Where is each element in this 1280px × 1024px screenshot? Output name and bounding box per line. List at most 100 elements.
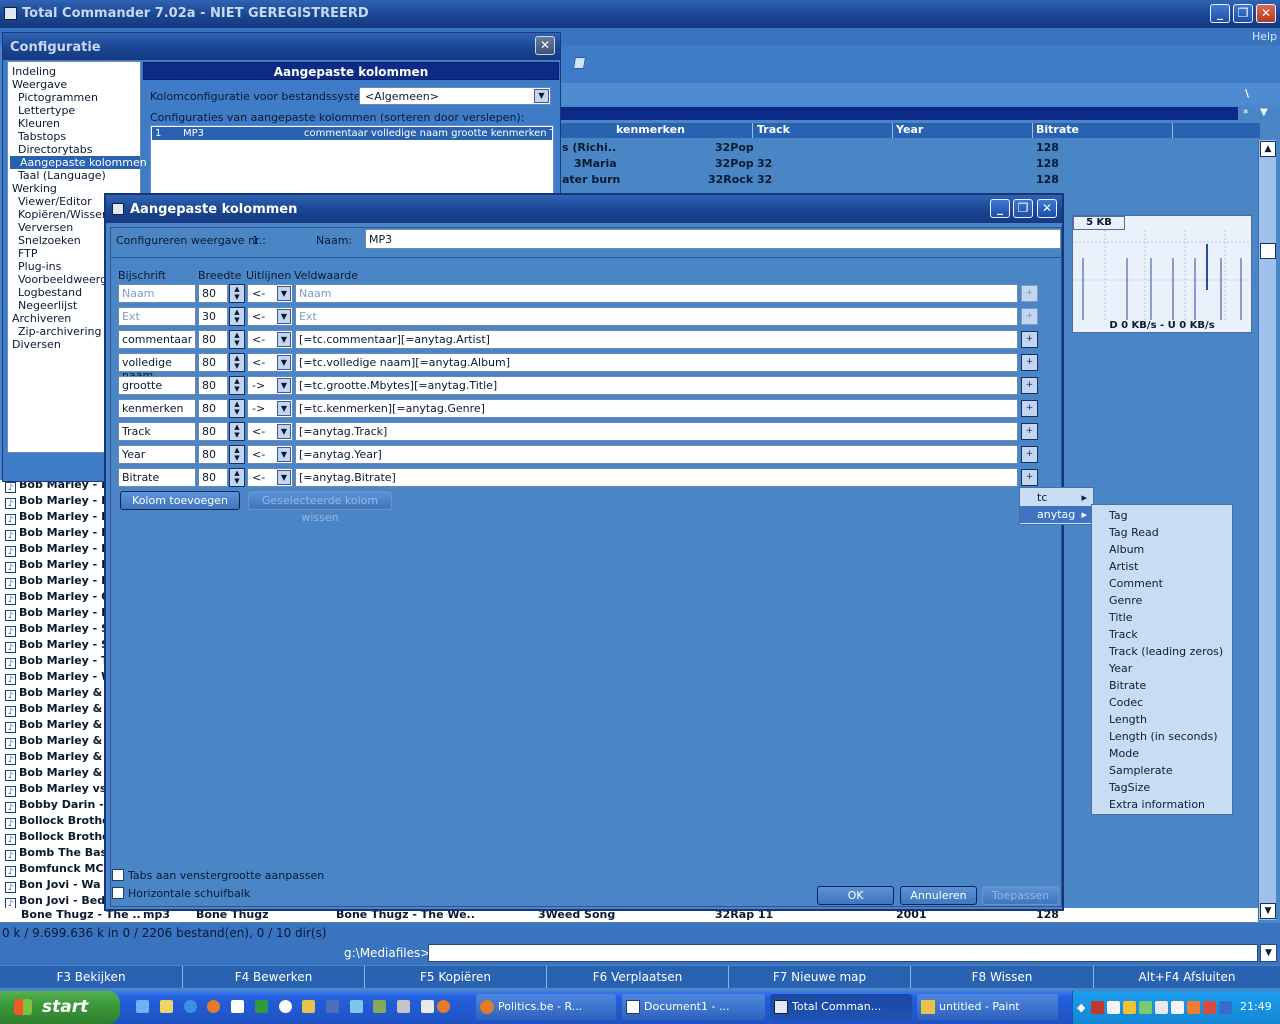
menu-item[interactable]: Length (in seconds) <box>1092 728 1232 745</box>
dialog-minimize-button[interactable]: _ <box>990 199 1010 218</box>
f6-button[interactable]: F6 Verplaatsen <box>547 966 729 988</box>
command-line-input[interactable] <box>428 944 1258 962</box>
col-kenmerken[interactable]: kenmerken <box>616 123 685 136</box>
task-politics[interactable]: Politics.be - R... <box>476 994 616 1020</box>
list-item[interactable]: ♪ Bob Marley - O <box>5 589 106 605</box>
list-item[interactable]: ♪ Bon Jovi - Wa <box>5 877 106 893</box>
chevron-down-icon[interactable]: ▼ <box>277 332 291 347</box>
delete-column-button[interactable]: Geselecteerde kolom wissen <box>248 491 392 524</box>
width-stepper[interactable]: ▲ ▼ <box>229 468 245 487</box>
menu-item[interactable]: Album <box>1092 541 1232 558</box>
excel-icon[interactable] <box>255 1000 268 1013</box>
f7-button[interactable]: F7 Nieuwe map <box>729 966 911 988</box>
align-select[interactable]: <- ▼ <box>247 284 293 303</box>
f3-button[interactable]: F3 Bekijken <box>0 966 183 988</box>
tray-icon[interactable] <box>1123 1001 1136 1014</box>
list-item[interactable]: ♪ Bob Marley & F <box>5 749 106 765</box>
list-item[interactable]: ♪ Bob Marley - W <box>5 669 106 685</box>
list-item[interactable]: ♪ Bollock Brothe <box>5 813 106 829</box>
field-value-input[interactable]: [=tc.volledige naam][=anytag.Album] <box>295 353 1018 372</box>
chevron-down-icon[interactable]: ▼ <box>277 401 291 416</box>
task-paint[interactable]: untitled - Paint <box>917 994 1058 1020</box>
dialog-close-button[interactable]: ✕ <box>1037 199 1057 218</box>
align-select[interactable]: -> ▼ <box>247 399 293 418</box>
list-item[interactable]: ♪ Bob Marley - T <box>5 653 106 669</box>
name-input[interactable]: MP3 <box>365 229 1061 249</box>
word-icon[interactable] <box>231 1000 244 1013</box>
chevron-down-icon[interactable]: ▼ <box>534 89 549 103</box>
field-picker-button[interactable]: + <box>1021 446 1038 463</box>
caption-input[interactable]: grootte <box>118 376 196 395</box>
field-value-input[interactable]: [=anytag.Bitrate] <box>295 468 1018 487</box>
align-select[interactable]: <- ▼ <box>247 445 293 464</box>
chevron-down-icon[interactable]: ▼ <box>1260 107 1268 118</box>
chevron-down-icon[interactable]: ▼ <box>277 447 291 462</box>
width-stepper[interactable]: ▲ ▼ <box>229 353 245 372</box>
field-value-input[interactable]: [=tc.grootte.Mbytes][=anytag.Title] <box>295 376 1018 395</box>
menu-item[interactable]: Bitrate <box>1092 677 1232 694</box>
width-stepper[interactable]: ▲ ▼ <box>229 376 245 395</box>
field-picker-button[interactable]: + <box>1021 308 1038 325</box>
tree-item[interactable]: Kleuren <box>8 117 140 130</box>
field-picker-button[interactable]: + <box>1021 377 1038 394</box>
menu-item[interactable]: Codec <box>1092 694 1232 711</box>
tray-icon[interactable] <box>1219 1001 1232 1014</box>
tree-item[interactable]: Indeling <box>8 65 140 78</box>
config-close-button[interactable]: ✕ <box>535 36 555 55</box>
chevron-down-icon[interactable]: ▼ <box>277 355 291 370</box>
menu-item[interactable]: Title <box>1092 609 1232 626</box>
caption-input[interactable]: Bitrate <box>118 468 196 487</box>
tray-icon[interactable] <box>1203 1001 1216 1014</box>
list-item[interactable]: ♪ Bob Marley & S <box>5 765 106 781</box>
field-value-input[interactable]: [=tc.kenmerken][=anytag.Genre] <box>295 399 1018 418</box>
paint-icon[interactable] <box>302 1000 315 1013</box>
ok-button[interactable]: OK <box>817 886 894 905</box>
width-input[interactable]: 30 <box>198 307 228 326</box>
scroll-thumb[interactable] <box>1260 243 1276 259</box>
field-value-input[interactable]: Naam <box>295 284 1018 303</box>
field-picker-button[interactable]: + <box>1021 423 1038 440</box>
apply-button[interactable]: Toepassen <box>982 886 1059 905</box>
menu-item[interactable]: Year <box>1092 660 1232 677</box>
list-item[interactable]: ♪ Bob Marley & F <box>5 717 106 733</box>
task-total-commander[interactable]: Total Comman... <box>770 994 912 1020</box>
field-picker-button[interactable]: + <box>1021 331 1038 348</box>
menu-item[interactable]: Samplerate <box>1092 762 1232 779</box>
dialog-maximize-button[interactable]: ❐ <box>1013 199 1033 218</box>
config-list[interactable]: 1 MP3 commentaar volledige naam grootte … <box>150 125 554 195</box>
quick-launch-icon[interactable] <box>373 1000 386 1013</box>
tree-item[interactable]: Taal (Language) <box>8 169 140 182</box>
field-picker-button[interactable]: + <box>1021 354 1038 371</box>
cancel-button[interactable]: Annuleren <box>900 886 977 905</box>
width-input[interactable]: 80 <box>198 422 228 441</box>
width-input[interactable]: 80 <box>198 353 228 372</box>
config-list-item[interactable]: 1 MP3 commentaar volledige naam grootte … <box>152 127 552 140</box>
add-column-button[interactable]: Kolom toevoegen <box>120 491 240 510</box>
list-item[interactable]: ♪ Bob Marley & F <box>5 685 106 701</box>
menu-item[interactable]: Tag Read <box>1092 524 1232 541</box>
caption-input[interactable]: volledige naam <box>118 353 196 382</box>
field-value-input[interactable]: [=tc.commentaar][=anytag.Artist] <box>295 330 1018 349</box>
width-input[interactable]: 80 <box>198 399 228 418</box>
list-item[interactable]: ♪ Bomb The Bas <box>5 845 106 861</box>
list-item[interactable]: ♪ Bob Marley & F <box>5 701 106 717</box>
maximize-button[interactable]: ❐ <box>1233 4 1253 23</box>
quick-launch-icon[interactable] <box>136 1000 149 1013</box>
clock[interactable]: 21:49 <box>1240 1000 1272 1013</box>
field-value-input[interactable]: Ext <box>295 307 1018 326</box>
width-stepper[interactable]: ▲ ▼ <box>229 422 245 441</box>
close-button[interactable]: ✕ <box>1256 4 1276 23</box>
field-picker-button[interactable]: + <box>1021 285 1038 302</box>
quick-launch-icon[interactable] <box>350 1000 363 1013</box>
list-item[interactable]: ♪ Bollock Brothe <box>5 829 106 845</box>
command-history-button[interactable]: ▼ <box>1260 944 1277 962</box>
tray-icon[interactable] <box>1139 1001 1152 1014</box>
caption-input[interactable]: Naam <box>118 284 196 303</box>
quick-launch-icon[interactable] <box>326 1000 339 1013</box>
align-select[interactable]: <- ▼ <box>247 422 293 441</box>
list-item[interactable]: ♪ Bobby Darin - <box>5 797 106 813</box>
menu-item[interactable]: Comment <box>1092 575 1232 592</box>
tree-item[interactable]: Aangepaste kolommen <box>10 156 147 169</box>
tree-item[interactable]: Tabstops <box>8 130 140 143</box>
menu-item[interactable]: Extra information <box>1092 796 1232 813</box>
